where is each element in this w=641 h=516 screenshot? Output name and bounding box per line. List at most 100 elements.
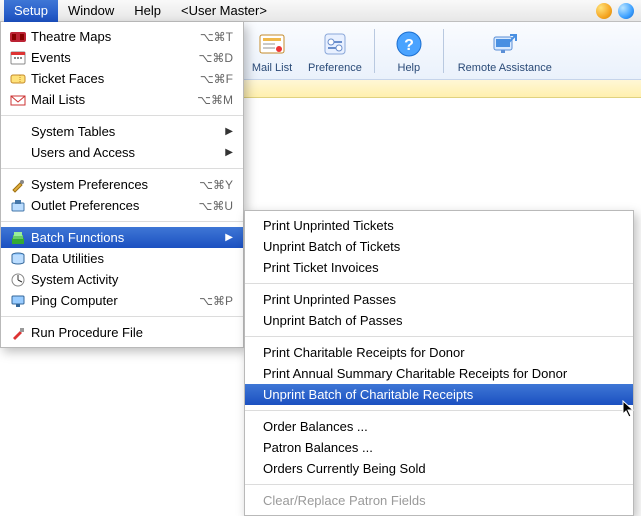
menuitem-system-activity[interactable]: System Activity	[1, 269, 243, 290]
submenu-item[interactable]: Print Unprinted Tickets	[245, 215, 633, 236]
help-icon: ?	[393, 28, 425, 60]
submenu-item-clear-replace-patron-fields: Clear/Replace Patron Fields	[245, 490, 633, 511]
menuitem-label: System Activity	[31, 272, 233, 287]
menuitem-theatre-maps[interactable]: Theatre Maps ⌥⌘T	[1, 26, 243, 47]
toolbar-label: Remote Assistance	[458, 62, 552, 74]
outlet-preferences-icon	[9, 197, 27, 215]
submenu-arrow-icon: ▶	[225, 147, 233, 158]
menuitem-label: Data Utilities	[31, 251, 233, 266]
system-activity-icon	[9, 271, 27, 289]
menu-divider	[1, 221, 243, 222]
menuitem-label: System Preferences	[31, 177, 199, 192]
submenu-arrow-icon: ▶	[225, 232, 233, 243]
submenu-label: Print Unprinted Passes	[263, 292, 396, 307]
blank-icon	[9, 123, 27, 141]
submenu-item[interactable]: Print Unprinted Passes	[245, 289, 633, 310]
toolbar-preference[interactable]: Preference	[302, 26, 368, 76]
batch-functions-submenu: Print Unprinted Tickets Unprint Batch of…	[244, 210, 634, 516]
events-icon	[9, 49, 27, 67]
submenu-item[interactable]: Print Ticket Invoices	[245, 257, 633, 278]
submenu-label: Print Annual Summary Charitable Receipts…	[263, 366, 567, 381]
submenu-item[interactable]: Unprint Batch of Passes	[245, 310, 633, 331]
toolbar-label: Help	[398, 62, 421, 74]
submenu-item[interactable]: Patron Balances ...	[245, 437, 633, 458]
remote-assistance-icon	[489, 28, 521, 60]
menuitem-users-and-access[interactable]: Users and Access ▶	[1, 142, 243, 163]
menuitem-label: Batch Functions	[31, 230, 219, 245]
toolbar-label: Mail List	[252, 62, 292, 74]
submenu-label: Unprint Batch of Charitable Receipts	[263, 387, 473, 402]
setup-dropdown: Theatre Maps ⌥⌘T Events ⌥⌘D Ticket Faces…	[0, 22, 244, 348]
submenu-label: Print Charitable Receipts for Donor	[263, 345, 465, 360]
submenu-arrow-icon: ▶	[225, 126, 233, 137]
menuitem-label: Mail Lists	[31, 92, 197, 107]
toolbar-separator	[443, 29, 444, 73]
menuitem-label: Outlet Preferences	[31, 198, 199, 213]
menuitem-data-utilities[interactable]: Data Utilities	[1, 248, 243, 269]
menu-divider	[245, 283, 633, 284]
status-orb-blue	[618, 3, 634, 19]
toolbar-remote-assistance[interactable]: Remote Assistance	[450, 26, 560, 76]
menu-divider	[245, 410, 633, 411]
menuitem-shortcut: ⌥⌘Y	[199, 178, 233, 192]
menu-window[interactable]: Window	[58, 0, 124, 22]
menubar: Setup Window Help <User Master>	[0, 0, 641, 22]
menuitem-shortcut: ⌥⌘D	[199, 51, 234, 65]
menuitem-label: Events	[31, 50, 199, 65]
menu-user-master[interactable]: <User Master>	[171, 0, 277, 22]
menuitem-label: System Tables	[31, 124, 219, 139]
batch-functions-icon	[9, 229, 27, 247]
system-preferences-icon	[9, 176, 27, 194]
menuitem-label: Theatre Maps	[31, 29, 200, 44]
blank-icon	[9, 144, 27, 162]
submenu-label: Patron Balances ...	[263, 440, 373, 455]
menu-divider	[1, 316, 243, 317]
menuitem-outlet-preferences[interactable]: Outlet Preferences ⌥⌘U	[1, 195, 243, 216]
submenu-item[interactable]: Order Balances ...	[245, 416, 633, 437]
submenu-item[interactable]: Unprint Batch of Tickets	[245, 236, 633, 257]
svg-text:?: ?	[404, 37, 414, 54]
mail-lists-icon	[9, 91, 27, 109]
menu-setup[interactable]: Setup	[4, 0, 58, 22]
submenu-item[interactable]: Print Annual Summary Charitable Receipts…	[245, 363, 633, 384]
theatre-maps-icon	[9, 28, 27, 46]
submenu-label: Unprint Batch of Passes	[263, 313, 402, 328]
submenu-item[interactable]: Print Charitable Receipts for Donor	[245, 342, 633, 363]
ticket-faces-icon	[9, 70, 27, 88]
status-orb-orange	[596, 3, 612, 19]
menuitem-label: Run Procedure File	[31, 325, 233, 340]
run-procedure-icon	[9, 324, 27, 342]
menuitem-shortcut: ⌥⌘M	[197, 93, 233, 107]
submenu-label: Print Unprinted Tickets	[263, 218, 394, 233]
menuitem-label: Users and Access	[31, 145, 219, 160]
menuitem-system-preferences[interactable]: System Preferences ⌥⌘Y	[1, 174, 243, 195]
submenu-item-unprint-charitable-receipts[interactable]: Unprint Batch of Charitable Receipts	[245, 384, 633, 405]
menuitem-events[interactable]: Events ⌥⌘D	[1, 47, 243, 68]
submenu-label: Unprint Batch of Tickets	[263, 239, 400, 254]
menuitem-mail-lists[interactable]: Mail Lists ⌥⌘M	[1, 89, 243, 110]
toolbar-mail-list[interactable]: Mail List	[244, 26, 300, 76]
menuitem-shortcut: ⌥⌘F	[200, 72, 233, 86]
menu-divider	[1, 115, 243, 116]
menuitem-label: Ping Computer	[31, 293, 199, 308]
menu-divider	[245, 484, 633, 485]
menuitem-shortcut: ⌥⌘U	[199, 199, 234, 213]
menuitem-label: Ticket Faces	[31, 71, 200, 86]
submenu-item[interactable]: Orders Currently Being Sold	[245, 458, 633, 479]
menu-help[interactable]: Help	[124, 0, 171, 22]
toolbar-label: Preference	[308, 62, 362, 74]
menu-divider	[245, 336, 633, 337]
mail-list-icon	[256, 28, 288, 60]
toolbar-help[interactable]: ? Help	[381, 26, 437, 76]
menuitem-batch-functions[interactable]: Batch Functions ▶	[1, 227, 243, 248]
submenu-label: Clear/Replace Patron Fields	[263, 493, 426, 508]
ping-computer-icon	[9, 292, 27, 310]
preference-icon	[319, 28, 351, 60]
toolbar-separator	[374, 29, 375, 73]
menuitem-ping-computer[interactable]: Ping Computer ⌥⌘P	[1, 290, 243, 311]
menuitem-ticket-faces[interactable]: Ticket Faces ⌥⌘F	[1, 68, 243, 89]
menuitem-run-procedure-file[interactable]: Run Procedure File	[1, 322, 243, 343]
menuitem-system-tables[interactable]: System Tables ▶	[1, 121, 243, 142]
menu-divider	[1, 168, 243, 169]
submenu-label: Order Balances ...	[263, 419, 368, 434]
